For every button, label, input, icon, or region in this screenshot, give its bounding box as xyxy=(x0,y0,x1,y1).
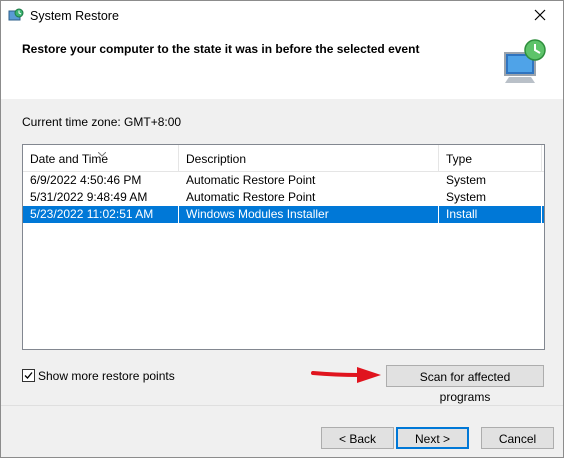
row-date: 5/31/2022 9:48:49 AM xyxy=(30,190,148,204)
cancel-button[interactable]: Cancel xyxy=(481,427,554,449)
scan-affected-programs-button[interactable]: Scan for affected programs xyxy=(386,365,544,404)
sort-descending-icon xyxy=(97,146,107,157)
close-icon xyxy=(534,9,546,24)
restore-point-row[interactable]: 6/9/2022 4:50:46 PM Automatic Restore Po… xyxy=(23,172,544,189)
wizard-header: Restore your computer to the state it wa… xyxy=(1,31,563,99)
list-header: Date and Time Description Type xyxy=(23,145,544,172)
back-button[interactable]: < Back xyxy=(321,427,394,449)
row-type: Install xyxy=(439,206,542,223)
restore-computer-icon xyxy=(501,37,551,87)
row-description: Automatic Restore Point xyxy=(186,173,316,187)
header-title: Restore your computer to the state it wa… xyxy=(22,42,420,56)
column-header-type[interactable]: Type xyxy=(439,145,542,171)
red-arrow-annotation xyxy=(311,363,383,385)
column-header-description[interactable]: Description xyxy=(179,145,439,171)
system-restore-window: System Restore Restore your computer to … xyxy=(0,0,564,458)
restore-point-row[interactable]: 5/31/2022 9:48:49 AM Automatic Restore P… xyxy=(23,189,544,206)
footer-separator xyxy=(1,405,563,406)
restore-point-row-selected[interactable]: 5/23/2022 11:02:51 AM Windows Modules In… xyxy=(23,206,544,223)
system-restore-app-icon xyxy=(8,8,24,24)
show-more-checkbox[interactable] xyxy=(22,369,35,382)
row-date: 5/23/2022 11:02:51 AM xyxy=(23,206,179,223)
row-type: System xyxy=(446,173,487,187)
window-title: System Restore xyxy=(30,9,119,23)
close-button[interactable] xyxy=(517,1,563,31)
row-date: 6/9/2022 4:50:46 PM xyxy=(30,173,142,187)
checkmark-icon xyxy=(24,372,33,379)
title-bar[interactable]: System Restore xyxy=(1,1,563,31)
show-more-label: Show more restore points xyxy=(38,369,175,383)
restore-points-list[interactable]: Date and Time Description Type 6/9/2022 … xyxy=(22,144,545,350)
row-type: System xyxy=(446,190,487,204)
next-button[interactable]: Next > xyxy=(396,427,469,449)
row-description: Windows Modules Installer xyxy=(179,206,439,223)
row-description: Automatic Restore Point xyxy=(186,190,316,204)
timezone-label: Current time zone: GMT+8:00 xyxy=(22,115,182,129)
